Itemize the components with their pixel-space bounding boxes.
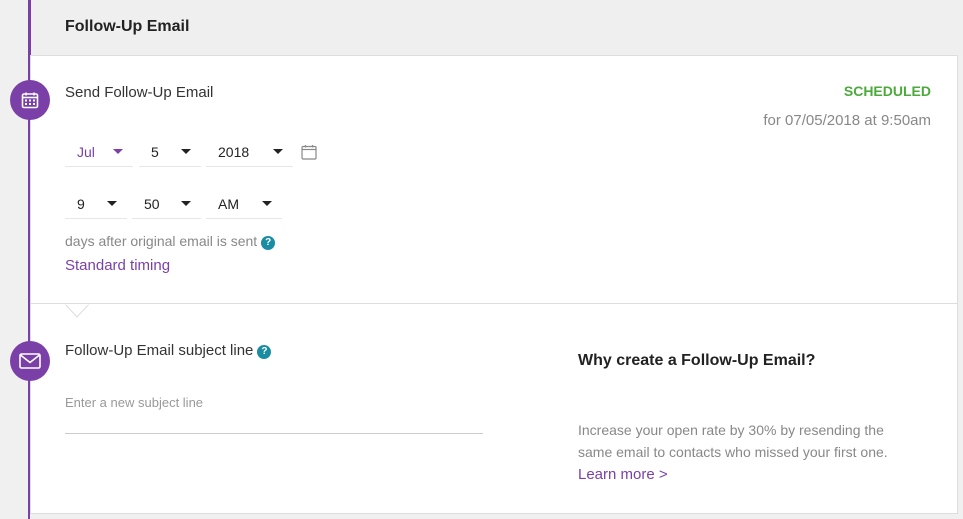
subject-input-underline (65, 433, 483, 434)
subject-input[interactable]: Enter a new subject line (65, 395, 203, 410)
month-select[interactable]: Jul (65, 137, 133, 167)
subject-label: Follow-Up Email subject line? (65, 342, 272, 359)
year-select[interactable]: 2018 (206, 137, 293, 167)
header-accent (28, 0, 31, 56)
status-badge: SCHEDULED (843, 83, 931, 99)
hour-value: 9 (77, 195, 85, 212)
help-icon[interactable]: ? (261, 235, 276, 250)
minute-value: 50 (144, 195, 160, 212)
section-header: Follow-Up Email (28, 0, 963, 56)
info-body: Increase your open rate by 30% by resend… (578, 422, 888, 460)
hour-select[interactable]: 9 (65, 189, 127, 219)
chevron-down-icon (262, 201, 272, 206)
days-help-label: days after original email is sent (65, 233, 258, 249)
chevron-down-icon (273, 149, 283, 154)
chevron-down-icon (107, 201, 117, 206)
standard-timing-link[interactable]: Standard timing (65, 257, 170, 274)
section-divider (30, 303, 958, 304)
schedule-title: Send Follow-Up Email (65, 84, 214, 101)
scheduled-time: for 07/05/2018 at 9:50am (763, 112, 931, 129)
page-title: Follow-Up Email (65, 18, 190, 35)
month-value: Jul (77, 143, 95, 160)
calendar-icon (10, 80, 50, 120)
learn-more-link[interactable]: Learn more > (578, 466, 668, 483)
envelope-icon (10, 341, 50, 381)
chevron-down-icon (181, 201, 191, 206)
chevron-down-icon (113, 149, 123, 154)
info-title: Why create a Follow-Up Email? (578, 352, 816, 369)
help-icon[interactable]: ? (257, 344, 272, 359)
day-value: 5 (151, 143, 159, 160)
year-value: 2018 (218, 143, 250, 160)
day-select[interactable]: 5 (139, 137, 201, 167)
divider-notch (65, 304, 89, 318)
subject-label-text: Follow-Up Email subject line (65, 342, 254, 359)
minute-select[interactable]: 50 (132, 189, 201, 219)
date-picker-icon[interactable] (301, 144, 317, 165)
chevron-down-icon (181, 149, 191, 154)
ampm-value: AM (218, 195, 239, 212)
days-help-text: days after original email is sent? (65, 233, 276, 250)
ampm-select[interactable]: AM (206, 189, 282, 219)
